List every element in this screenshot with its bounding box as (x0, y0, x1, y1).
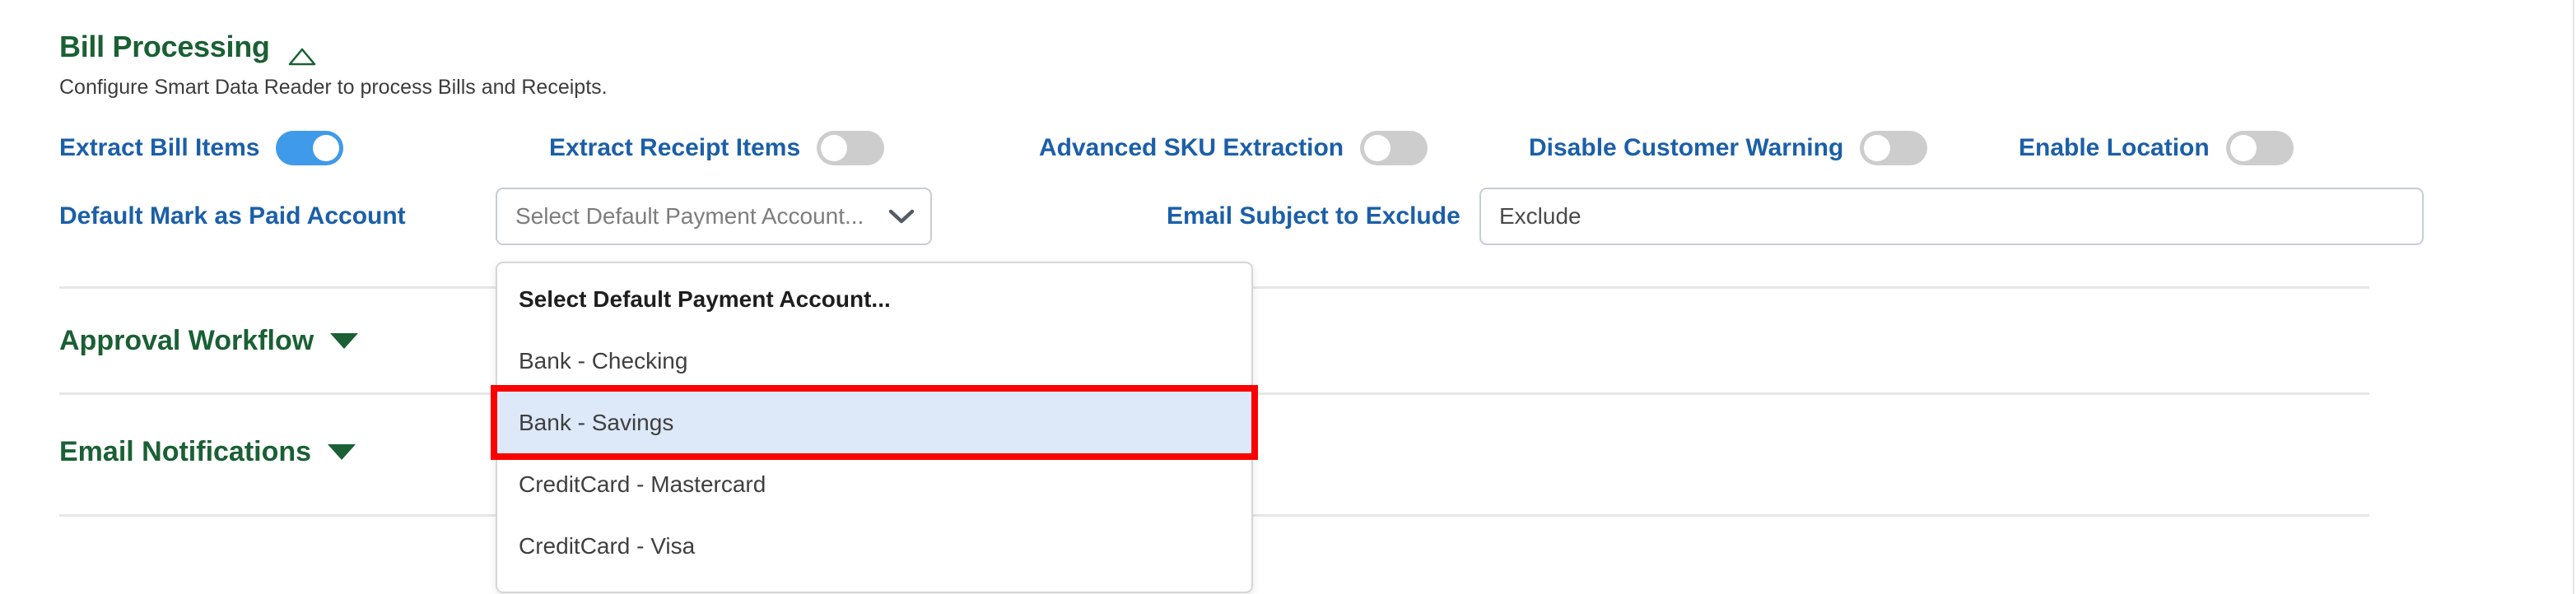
bill-processing-settings-page: Bill Processing Configure Smart Data Rea… (0, 0, 2576, 594)
field-row: Default Mark as Paid Account Select Defa… (59, 188, 2529, 245)
toggle-label-enable-location: Enable Location (2019, 134, 2210, 161)
toggle-switch-extract-bill-items[interactable] (276, 131, 344, 165)
dropdown-option-label: Bank - Savings (519, 409, 674, 435)
default-payment-account-select-value: Select Default Payment Account... (515, 203, 864, 229)
toggle-label-extract-bill-items: Extract Bill Items (59, 134, 260, 161)
dropdown-option-bank-savings[interactable]: Bank - Savings (491, 385, 1258, 460)
dropdown-option-label: CreditCard - Visa (519, 532, 696, 559)
toggle-field-disable-customer-warning[interactable]: Disable Customer Warning (1529, 122, 1928, 174)
toggle-label-disable-customer-warning: Disable Customer Warning (1529, 134, 1844, 161)
section-title-email-notifications: Email Notifications (59, 436, 312, 467)
toggle-label-advanced-sku-extraction: Advanced SKU Extraction (1039, 134, 1344, 161)
section-header-approval-workflow[interactable]: Approval Workflow (59, 325, 359, 357)
toggle-knob (821, 135, 848, 161)
toggle-label-extract-receipt-items: Extract Receipt Items (549, 134, 801, 161)
dropdown-option-label: CreditCard - Mastercard (519, 471, 766, 497)
section-header-bill-processing[interactable]: Bill Processing (59, 30, 315, 66)
default-payment-account-select[interactable]: Select Default Payment Account... (496, 188, 932, 245)
page-edge-divider (2573, 0, 2574, 594)
toggle-knob (1364, 135, 1391, 161)
toggle-field-advanced-sku-extraction[interactable]: Advanced SKU Extraction (1039, 122, 1428, 174)
triangle-down-filled-icon[interactable] (328, 444, 356, 460)
dropdown-option-placeholder[interactable]: Select Default Payment Account... (497, 268, 1251, 330)
toggle-knob (2229, 135, 2257, 161)
dropdown-option-creditcard-mastercard[interactable]: CreditCard - Mastercard (497, 453, 1251, 515)
dropdown-option-label: Bank - Checking (519, 347, 688, 374)
section-subtitle: Configure Smart Data Reader to process B… (59, 76, 608, 99)
toggle-switch-disable-customer-warning[interactable] (1860, 131, 1928, 165)
label-default-mark-as-paid-account: Default Mark as Paid Account (59, 202, 406, 230)
toggle-switch-advanced-sku-extraction[interactable] (1360, 131, 1428, 165)
default-payment-account-dropdown-menu: Select Default Payment Account... Bank -… (491, 262, 1258, 593)
toggle-switch-extract-receipt-items[interactable] (817, 131, 885, 165)
email-subject-exclude-input[interactable] (1479, 188, 2424, 245)
toggle-switch-enable-location[interactable] (2225, 131, 2294, 165)
dropdown-option-bank-checking[interactable]: Bank - Checking (497, 330, 1251, 392)
page-title: Bill Processing (59, 30, 270, 63)
toggle-row: Extract Bill Items Extract Receipt Items… (59, 122, 2529, 174)
toggle-knob (1864, 135, 1891, 161)
toggle-field-extract-bill-items[interactable]: Extract Bill Items (59, 122, 344, 174)
chevron-down-icon[interactable] (887, 207, 915, 225)
toggle-field-enable-location[interactable]: Enable Location (2019, 122, 2294, 174)
dropdown-option-creditcard-visa[interactable]: CreditCard - Visa (497, 515, 1251, 577)
toggle-knob (313, 135, 340, 161)
toggle-field-extract-receipt-items[interactable]: Extract Receipt Items (549, 122, 885, 174)
section-title-approval-workflow: Approval Workflow (59, 325, 314, 356)
label-email-subject-to-exclude: Email Subject to Exclude (1167, 202, 1460, 230)
section-header-email-notifications[interactable]: Email Notifications (59, 436, 356, 468)
dropdown-option-label: Select Default Payment Account... (519, 285, 891, 312)
triangle-down-filled-icon[interactable] (330, 333, 359, 349)
